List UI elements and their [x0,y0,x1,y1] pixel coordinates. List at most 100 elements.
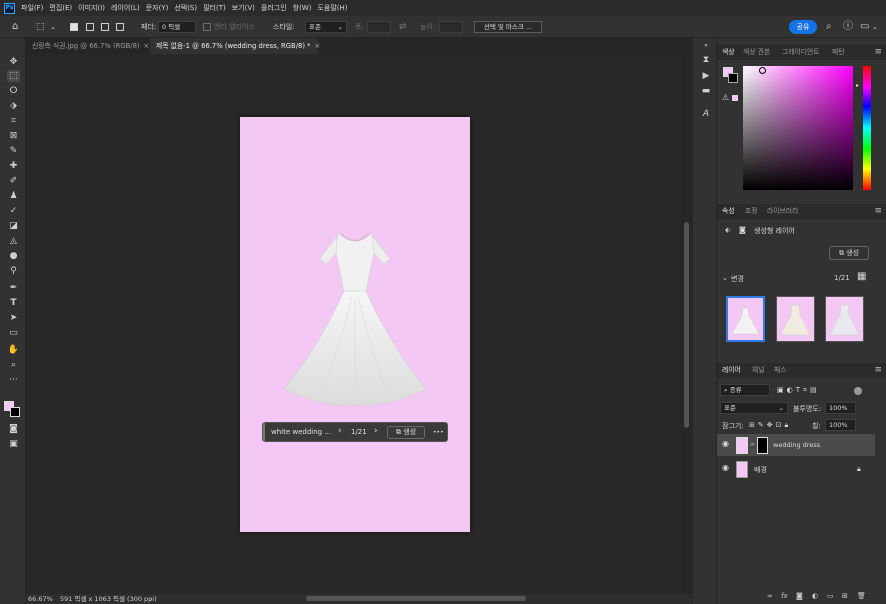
actions-icon[interactable]: ▶ [700,70,712,82]
lock-icon[interactable]: 🔒︎ [857,465,861,474]
color-picker-cursor[interactable] [759,67,766,74]
grid-view-icon[interactable]: ▦ [857,271,866,282]
link-layers-icon[interactable]: ∞ [767,592,773,600]
tab-libraries[interactable]: 라이브러리 [767,204,798,219]
blur-tool-icon[interactable]: ● [7,250,20,262]
character-icon[interactable]: A [700,108,712,120]
home-icon[interactable]: ⌂ [12,22,18,32]
fill-input[interactable]: 100% [825,419,856,431]
visibility-eye-icon[interactable]: ◉ [722,439,729,448]
generate-button[interactable]: ⧉ 생성 [387,426,425,439]
width-input[interactable] [367,21,391,33]
layer-mask-thumbnail[interactable] [757,437,768,454]
color-picker-field[interactable] [743,66,853,190]
background-color-swatch[interactable] [10,407,20,417]
history-brush-tool-icon[interactable]: ✓ [7,205,20,217]
layer-name[interactable]: wedding dress [773,441,820,449]
hue-slider-marker-icon[interactable]: ▸ [856,82,859,89]
select-and-mask-button[interactable]: 선택 및 마스크 ... [474,21,542,33]
document-canvas[interactable] [240,117,470,532]
panel-menu-icon[interactable]: ≡ [874,204,882,219]
add-mask-icon[interactable]: ◙ [796,592,803,600]
frame-tool-icon[interactable]: ⊠ [7,130,20,142]
more-options-icon[interactable]: ••• [433,427,444,438]
antialias-checkbox[interactable] [203,23,211,31]
close-icon[interactable]: × [315,42,321,50]
layer-filter-select[interactable]: ⌕ 종류 [720,384,770,396]
help-icon[interactable]: ⓘ [843,22,853,32]
more-tools-icon[interactable]: ··· [7,374,20,386]
tab-document-1[interactable]: 신랑측 식권.jpg @ 66.7% (RGB/8) × [26,38,150,54]
chevron-down-icon[interactable]: ⌄ [50,22,56,32]
brush-tool-icon[interactable]: ✐ [7,175,20,187]
link-icon[interactable]: ∞ [750,441,755,448]
tab-patterns[interactable]: 패턴 [832,45,845,60]
panel-menu-icon[interactable]: ≡ [874,45,882,60]
menu-file[interactable]: 파일(F) [21,3,43,13]
zoom-level[interactable]: 66.67% [28,594,53,604]
tab-adjustments[interactable]: 조정 [745,204,758,219]
menu-layer[interactable]: 레이어(L) [111,3,140,13]
dodge-tool-icon[interactable]: ⚲ [7,265,20,277]
delete-layer-icon[interactable]: 🗑︎ [857,592,866,600]
hue-slider[interactable] [863,66,871,190]
feather-input[interactable]: 0 픽셀 [158,21,196,33]
drag-handle[interactable] [263,423,265,441]
background-swatch[interactable] [728,73,738,83]
panel-menu-icon[interactable]: ≡ [874,363,882,378]
tab-document-2[interactable]: 제목 없음-1 @ 66.7% (wedding dress, RGB/8) *… [150,38,321,54]
warning-icon[interactable]: ⚠ [722,93,729,102]
layer-style-icon[interactable]: fx [781,592,788,600]
layer-filter-icons[interactable]: ▣◐T⌗▤ [777,386,820,395]
chevron-down-icon[interactable]: ⌄ [722,274,728,282]
share-button[interactable]: 공유 [789,20,817,34]
previous-variation-icon[interactable]: ‹ [338,427,342,436]
marquee-tool-icon[interactable]: ⬚ [7,70,20,82]
menu-filter[interactable]: 필터(T) [203,3,226,13]
menu-help[interactable]: 도움말(H) [317,3,347,13]
workspace-icon[interactable]: ▭ [860,22,869,32]
hand-tool-icon[interactable]: ✋ [7,344,20,356]
intersect-selection-icon[interactable] [116,23,124,31]
paint-bucket-tool-icon[interactable]: ◬ [7,235,20,247]
eraser-tool-icon[interactable]: ◪ [7,220,20,232]
tab-color[interactable]: 색상 [722,45,735,60]
marquee-preset-icon[interactable]: ⬚ [36,22,45,32]
scroll-thumb[interactable] [684,222,689,428]
search-icon[interactable]: ⌕ [826,22,832,32]
height-input[interactable] [439,21,463,33]
filter-toggle-icon[interactable] [854,387,862,395]
close-icon[interactable]: × [144,42,150,50]
adjustment-layer-icon[interactable]: ◐ [812,592,818,600]
layer-row-wedding-dress[interactable]: ◉ ∞ wedding dress [717,434,875,456]
tab-swatches[interactable]: 색상 견본 [743,45,770,60]
clone-stamp-tool-icon[interactable]: ♟ [7,190,20,202]
type-tool-icon[interactable]: T [7,297,20,309]
eyedropper-tool-icon[interactable]: ✎ [7,145,20,157]
lock-icons[interactable]: ⊞✎✥⊡🔒︎ [749,421,791,430]
next-variation-icon[interactable]: › [374,427,378,436]
menu-select[interactable]: 선택(S) [174,3,197,13]
menu-image[interactable]: 이미지(I) [78,3,105,13]
horizontal-scrollbar[interactable] [306,596,526,601]
screen-mode-icon[interactable]: ▣ [7,438,20,450]
path-selection-tool-icon[interactable]: ➤ [7,312,20,324]
prompt-text[interactable]: white wedding ... [271,427,331,438]
tab-properties[interactable]: 속성 [722,204,735,219]
style-select[interactable]: 표준 ⌄ [305,21,347,33]
comments-icon[interactable]: ▬ [700,85,712,97]
new-selection-icon[interactable] [70,23,78,31]
vertical-scrollbar[interactable] [681,54,692,594]
tab-channels[interactable]: 채널 [752,363,765,378]
rectangle-tool-icon[interactable]: ▭ [7,327,20,339]
layer-name[interactable]: 배경 [754,465,767,475]
variation-thumbnail[interactable] [726,296,765,342]
add-selection-icon[interactable] [86,23,94,31]
web-safe-swatch[interactable] [732,95,738,101]
tab-layers[interactable]: 레이어 [722,363,741,378]
new-layer-icon[interactable]: ⊞ [842,592,848,600]
pen-tool-icon[interactable]: ✒ [7,282,20,294]
opacity-input[interactable]: 100% [825,402,856,414]
status-menu-icon[interactable]: › [150,594,153,604]
menu-window[interactable]: 창(W) [293,3,312,13]
